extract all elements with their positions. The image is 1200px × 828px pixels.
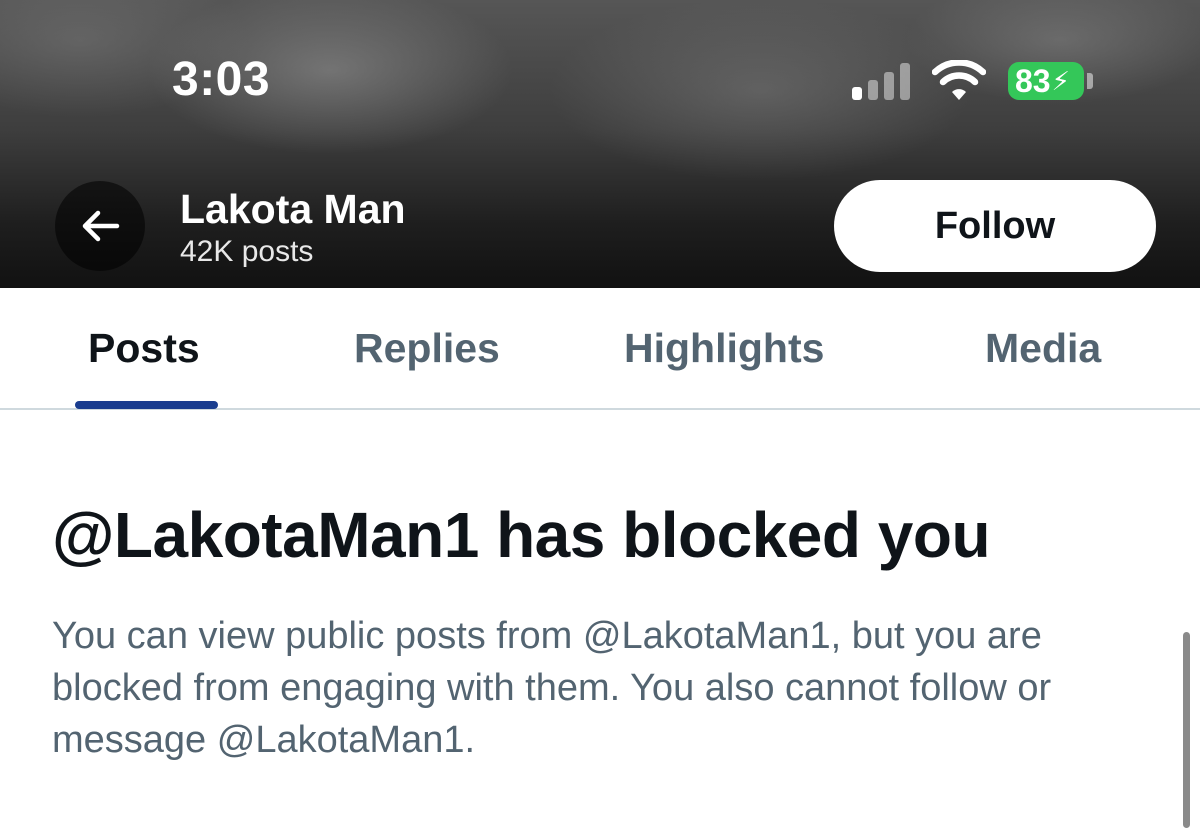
scrollbar[interactable]	[1183, 632, 1190, 828]
tab-replies[interactable]: Replies	[354, 288, 500, 408]
profile-tabs: Posts Replies Highlights Media	[0, 288, 1200, 410]
battery-cap	[1087, 73, 1093, 89]
active-tab-indicator	[75, 401, 218, 409]
tab-media[interactable]: Media	[985, 288, 1101, 408]
tab-highlights[interactable]: Highlights	[624, 288, 824, 408]
arrow-left-icon	[82, 210, 120, 242]
battery-level: 83	[1015, 62, 1051, 99]
status-time: 3:03	[172, 53, 271, 106]
wifi-icon	[932, 60, 986, 100]
charging-bolt-icon: ⚡	[1051, 65, 1070, 96]
tab-posts[interactable]: Posts	[88, 288, 200, 408]
blocked-title: @LakotaMan1 has blocked you	[52, 499, 991, 571]
cellular-signal-icon	[852, 62, 914, 100]
blocked-message: You can view public posts from @LakotaMa…	[52, 615, 1052, 761]
profile-name: Lakota Man	[180, 186, 406, 232]
follow-button[interactable]: Follow	[834, 180, 1156, 272]
back-button[interactable]	[55, 181, 145, 271]
profile-header: 3:03 83 ⚡ Lakota Man 42K posts Follow	[0, 0, 1200, 288]
battery-indicator: 83 ⚡	[1008, 62, 1084, 100]
post-count: 42K posts	[180, 235, 314, 268]
